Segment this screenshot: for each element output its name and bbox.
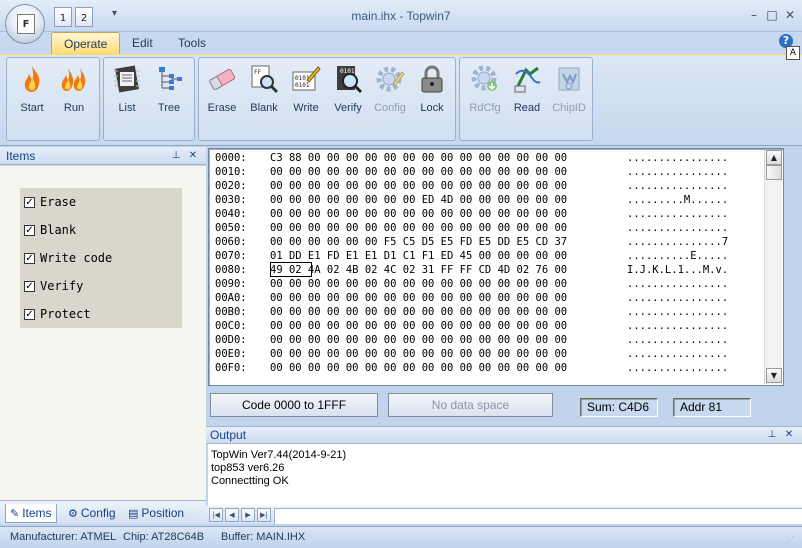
checksum-display: Sum: C4D6 [580,398,658,417]
tab-operate[interactable]: Operate [51,32,121,54]
close-panel-icon[interactable]: ✕ [187,150,199,162]
padlock-icon [421,65,443,93]
ribbon-group-operate: Erase FF Blank 0101 0101 Write 0101 Verif… [198,57,456,141]
address-display: Addr 81 [673,398,751,417]
ribbon-group-run: Start Run [6,57,100,141]
scroll-up-icon[interactable]: ▲ [766,150,782,165]
close-icon[interactable]: ✕ [783,8,797,22]
status-manufacturer: Manufacturer: ATMEL [10,531,117,543]
ribbon-group-view: List Tree [103,57,195,141]
status-bar: Manufacturer: ATMEL Chip: AT28C64B Buffe… [0,526,802,548]
scroll-down-icon[interactable]: ▼ [766,368,782,383]
chipid-button[interactable]: ChipID [548,62,590,120]
tree-label: Tree [157,102,181,114]
tab-edit[interactable]: Edit [120,32,165,54]
chipid-label: ChipID [552,102,586,114]
title-bar: 1 2 ▾ main.ihx - Topwin7 – □ ✕ [0,0,802,32]
read-config-gear-icon [471,65,497,91]
item-blank-label: Blank [40,223,77,237]
tab-position[interactable]: ▤ Position [124,504,188,523]
run-label: Run [63,102,85,114]
items-panel-title: Items [6,149,36,163]
items-checklist: ✓ Erase ✓ Blank ✓ Write code ✓ Verify ✓ … [20,188,182,328]
tree-icon [159,67,182,90]
double-flame-icon [61,68,86,91]
tree-button[interactable]: Tree [148,62,190,120]
tab-tools[interactable]: Tools [166,32,218,54]
ribbon-group-chip: RdCfg Read ChipID [459,57,593,141]
list-chip-icon [114,65,140,93]
output-tab-strip [274,508,802,524]
tab-items[interactable]: ✎ Items [5,504,57,523]
tab-config-label: Config [80,506,116,520]
chip-id-icon [558,67,580,91]
output-log: TopWin Ver7.44(2014-9-21) top853 ver6.26… [208,444,802,506]
hex-vertical-scrollbar[interactable]: ▲ ▼ [764,150,782,384]
svg-text:FF: FF [254,69,262,76]
items-panel-body: ✓ Erase ✓ Blank ✓ Write code ✓ Verify ✓ … [0,166,206,500]
tab-items-label: Items [22,506,52,520]
log-line: Connectting OK [211,475,289,487]
font-a-box: A [786,46,800,60]
last-page-icon[interactable]: ▶| [257,508,271,522]
code-range-button[interactable]: Code 0000 to 1FFF [210,393,378,417]
flame-icon [24,66,40,92]
tab-config[interactable]: ⚙ Config [64,504,120,523]
svg-text:0101: 0101 [295,82,310,89]
item-write-code-label: Write code [40,251,113,265]
application-orb-button[interactable]: F [5,4,45,44]
log-line: top853 ver6.26 [211,462,285,474]
pin-icon[interactable]: ⊥ [170,150,182,162]
checkbox-write-code[interactable]: ✓ [24,253,35,264]
tab-position-label: Position [141,506,185,520]
checkbox-verify[interactable]: ✓ [24,281,35,292]
verify-magnifier-icon: 0101 [337,66,363,94]
output-pin-icon[interactable]: ⊥ [766,429,778,441]
minimize-icon[interactable]: – [747,8,761,22]
eraser-icon [209,68,236,90]
output-panel-header: Output ⊥ ✕ [206,426,802,444]
ribbon: Start Run List Tree Erase FF Blank 0101 0… [0,54,802,146]
scroll-thumb[interactable] [766,165,782,180]
window-title: main.ihx - Topwin7 [351,9,451,23]
left-panel-tabs: ✎ Items ⚙ Config ▤ Position [0,500,206,524]
config-gear-icon [376,66,405,92]
config-tab-icon: ⚙ [68,507,78,520]
output-close-icon[interactable]: ✕ [783,429,795,441]
output-panel-title: Output [210,428,247,442]
lock-label: Lock [420,102,444,114]
next-page-icon[interactable]: ▶ [241,508,255,522]
first-page-icon[interactable]: |◀ [209,508,223,522]
position-tab-icon: ▤ [128,507,139,520]
log-line: TopWin Ver7.44(2014-9-21) [211,449,347,461]
checkbox-blank[interactable]: ✓ [24,225,35,236]
write-pencil-icon: 01010101 [292,66,321,91]
output-navigation: |◀ ◀ ▶ ▶| [206,506,802,524]
status-chip: Chip: AT28C64B [123,531,205,543]
item-protect-label: Protect [40,307,91,321]
items-tab-icon: ✎ [10,507,20,520]
checkbox-erase[interactable]: ✓ [24,197,35,208]
status-buffer: Buffer: MAIN.IHX [221,531,306,543]
run-button[interactable]: Run [53,62,95,120]
prev-page-icon[interactable]: ◀ [225,508,239,522]
app-logo-icon: F [17,14,35,34]
data-space-button[interactable]: No data space [388,393,553,417]
ribbon-tab-row: Operate Edit Tools [0,32,802,54]
item-verify-label: Verify [40,279,84,293]
lock-button[interactable]: Lock [411,62,453,120]
maximize-icon[interactable]: □ [765,8,779,22]
checkbox-protect[interactable]: ✓ [24,309,35,320]
item-erase-label: Erase [40,195,77,209]
blank-check-icon: FF [251,65,279,94]
read-arrow-icon [514,66,541,93]
hex-cursor-selection [270,262,312,277]
resize-grip-icon[interactable]: ⋰ [786,535,794,544]
items-panel-header: Items ⊥ ✕ [0,147,206,165]
